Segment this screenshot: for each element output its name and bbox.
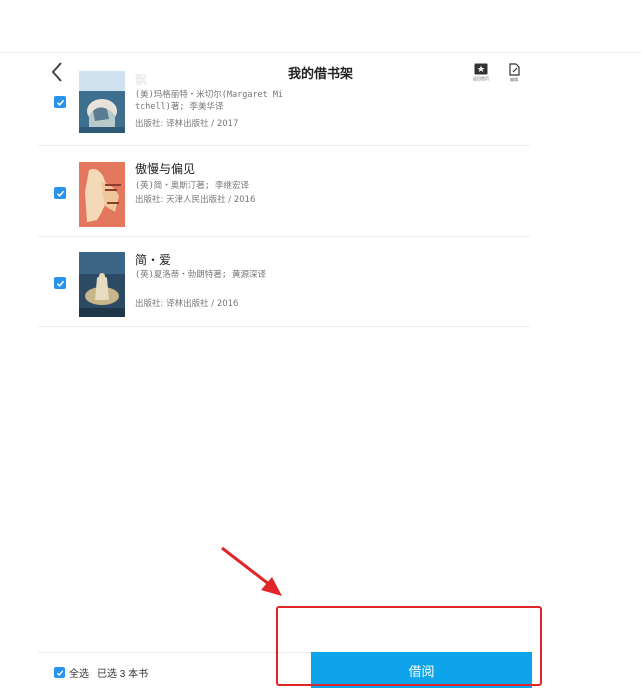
book-author: (美)玛格丽特・米切尔(Margaret Mitchell)著; 李美华译 [135, 90, 284, 112]
book-cover-image[interactable] [79, 252, 125, 317]
book-checkbox[interactable] [54, 96, 66, 108]
highlight-box [276, 606, 542, 686]
select-all-box[interactable] [54, 667, 65, 678]
book-publisher: 出版社: 天津人民出版社 / 2016 [135, 195, 256, 205]
book-checkbox[interactable] [54, 277, 66, 289]
check-icon [56, 190, 64, 197]
book-author: (英)夏洛蒂・勃朗特著; 黄源深译 [135, 270, 266, 280]
book-publisher: 出版社: 译林出版社 / 2016 [135, 299, 239, 309]
check-icon [56, 99, 64, 106]
select-all-label[interactable]: 全选 [69, 665, 89, 680]
selected-count: 已选 3 本书 [97, 669, 149, 680]
book-title[interactable]: 傲慢与偏见 [135, 160, 195, 177]
book-author: (英)简・奥斯汀著; 李继宏译 [135, 181, 249, 191]
book-title[interactable]: 飘 [135, 71, 147, 88]
select-all-checkbox[interactable]: 全选 已选 3 本书 [54, 665, 148, 680]
book-title[interactable]: 简・爱 [135, 251, 171, 268]
book-cover-image[interactable] [79, 71, 125, 133]
book-publisher: 出版社: 译林出版社 / 2017 [135, 119, 239, 129]
check-icon [56, 670, 63, 676]
book-row[interactable]: 飘 (美)玛格丽特・米切尔(Margaret Mitchell)著; 李美华译 … [38, 57, 530, 146]
book-row[interactable]: 简・爱 (英)夏洛蒂・勃朗特著; 黄源深译 出版社: 译林出版社 / 2016 [38, 237, 530, 327]
check-icon [56, 280, 64, 287]
book-row[interactable]: 傲慢与偏见 (英)简・奥斯汀著; 李继宏译 出版社: 天津人民出版社 / 201… [38, 147, 530, 237]
book-cover-image[interactable] [79, 162, 125, 227]
book-checkbox[interactable] [54, 187, 66, 199]
